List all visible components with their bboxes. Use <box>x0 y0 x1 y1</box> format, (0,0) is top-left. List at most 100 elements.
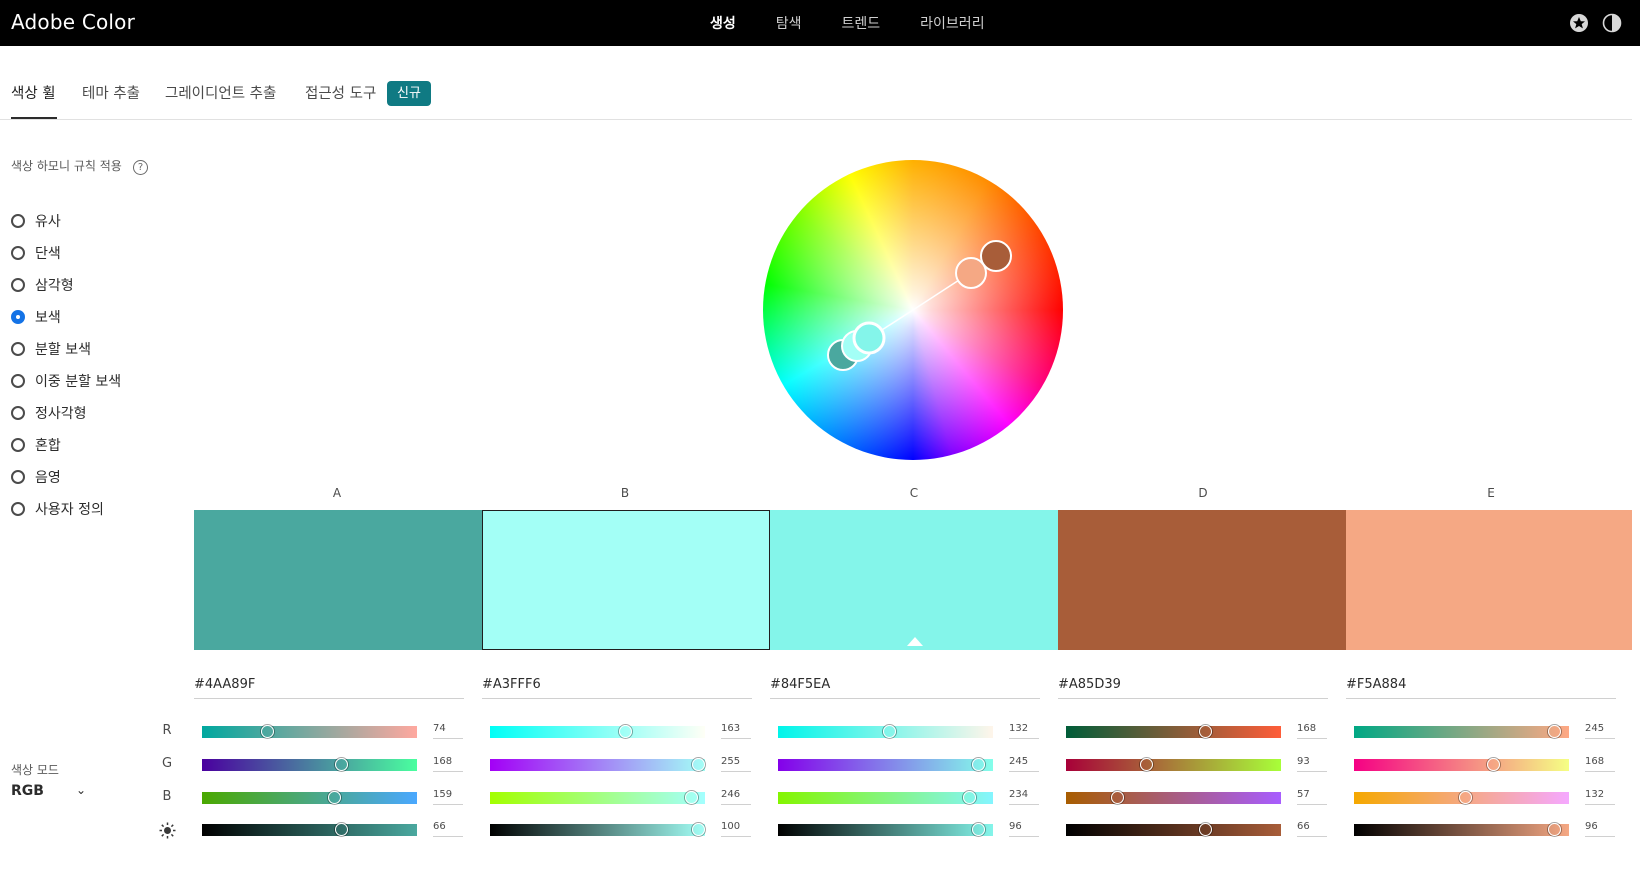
slider-thumb[interactable] <box>1111 791 1125 804</box>
slider-thumb[interactable] <box>1139 758 1153 771</box>
slider-thumb[interactable] <box>1199 823 1213 836</box>
red-slider-e[interactable] <box>1354 725 1569 738</box>
slider-thumb[interactable] <box>963 791 977 804</box>
nav-library[interactable]: 라이브러리 <box>920 13 984 33</box>
color-wheel[interactable] <box>763 160 1063 460</box>
green-value-e[interactable]: 168 <box>1585 756 1615 772</box>
nav-explore[interactable]: 탐색 <box>776 13 802 33</box>
red-slider-c[interactable] <box>778 725 993 738</box>
slider-thumb[interactable] <box>1548 725 1562 738</box>
rule-double-split-complementary[interactable]: 이중 분할 보색 <box>11 371 121 391</box>
rule-shades[interactable]: 음영 <box>11 467 61 487</box>
swatch-a[interactable] <box>194 510 482 650</box>
green-value-b[interactable]: 255 <box>721 756 751 772</box>
hex-input-d[interactable]: #A85D39 <box>1058 677 1328 699</box>
blue-value-d[interactable]: 57 <box>1297 789 1327 805</box>
brightness-slider-c[interactable] <box>778 823 993 836</box>
app-logo[interactable]: Adobe Color <box>11 10 135 34</box>
slider-thumb[interactable] <box>1199 725 1213 738</box>
green-slider-e[interactable] <box>1354 758 1569 771</box>
swatch-e[interactable] <box>1346 510 1632 650</box>
brightness-slider-a[interactable] <box>202 823 417 836</box>
star-icon[interactable] <box>1568 12 1590 34</box>
radio-icon[interactable] <box>11 246 25 260</box>
radio-icon[interactable] <box>11 374 25 388</box>
swatch-b[interactable] <box>482 510 770 650</box>
tab-color-wheel[interactable]: 색상 휠 <box>11 82 56 103</box>
slider-thumb[interactable] <box>882 725 896 738</box>
green-slider-a[interactable] <box>202 758 417 771</box>
hex-input-b[interactable]: #A3FFF6 <box>482 677 752 699</box>
red-value-a[interactable]: 74 <box>433 723 463 739</box>
red-value-b[interactable]: 163 <box>721 723 751 739</box>
brightness-value-b[interactable]: 100 <box>721 821 751 837</box>
red-slider-d[interactable] <box>1066 725 1281 738</box>
green-value-a[interactable]: 168 <box>433 756 463 772</box>
swatch-c[interactable] <box>770 510 1058 650</box>
brightness-slider-e[interactable] <box>1354 823 1569 836</box>
rule-compound[interactable]: 혼합 <box>11 435 61 455</box>
green-value-d[interactable]: 93 <box>1297 756 1327 772</box>
tab-accessibility-tools[interactable]: 접근성 도구 <box>305 82 376 103</box>
blue-slider-c[interactable] <box>778 791 993 804</box>
wheel-handle-e[interactable] <box>955 257 987 289</box>
green-slider-d[interactable] <box>1066 758 1281 771</box>
hex-input-e[interactable]: #F5A884 <box>1346 677 1616 699</box>
blue-value-c[interactable]: 234 <box>1009 789 1039 805</box>
brightness-value-a[interactable]: 66 <box>433 821 463 837</box>
rule-complementary[interactable]: 보색 <box>11 307 61 327</box>
red-value-d[interactable]: 168 <box>1297 723 1327 739</box>
slider-thumb[interactable] <box>260 725 274 738</box>
slider-thumb[interactable] <box>1458 791 1472 804</box>
radio-icon[interactable] <box>11 342 25 356</box>
red-value-c[interactable]: 132 <box>1009 723 1039 739</box>
green-slider-b[interactable] <box>490 758 705 771</box>
brightness-value-c[interactable]: 96 <box>1009 821 1039 837</box>
blue-slider-d[interactable] <box>1066 791 1281 804</box>
brightness-value-e[interactable]: 96 <box>1585 821 1615 837</box>
hex-input-c[interactable]: #84F5EA <box>770 677 1040 699</box>
rule-monochromatic[interactable]: 단색 <box>11 243 61 263</box>
blue-slider-e[interactable] <box>1354 791 1569 804</box>
blue-value-e[interactable]: 132 <box>1585 789 1615 805</box>
radio-icon[interactable] <box>11 310 25 324</box>
slider-thumb[interactable] <box>327 791 341 804</box>
tab-extract-theme[interactable]: 테마 추출 <box>82 82 140 103</box>
slider-thumb[interactable] <box>619 725 633 738</box>
slider-thumb[interactable] <box>1547 823 1561 836</box>
brightness-slider-b[interactable] <box>490 823 705 836</box>
brightness-slider-d[interactable] <box>1066 823 1281 836</box>
slider-thumb[interactable] <box>684 791 698 804</box>
slider-thumb[interactable] <box>971 823 985 836</box>
rule-split-complementary[interactable]: 분할 보색 <box>11 339 91 359</box>
radio-icon[interactable] <box>11 278 25 292</box>
slider-thumb[interactable] <box>972 758 986 771</box>
color-mode-select[interactable]: RGB ⌄ <box>11 783 86 805</box>
radio-icon[interactable] <box>11 470 25 484</box>
slider-thumb[interactable] <box>335 758 349 771</box>
blue-slider-b[interactable] <box>490 791 705 804</box>
brightness-value-d[interactable]: 66 <box>1297 821 1327 837</box>
rule-analogous[interactable]: 유사 <box>11 211 61 231</box>
blue-value-b[interactable]: 246 <box>721 789 751 805</box>
radio-icon[interactable] <box>11 406 25 420</box>
contrast-icon[interactable] <box>1601 12 1623 34</box>
slider-thumb[interactable] <box>335 823 349 836</box>
tab-extract-gradient[interactable]: 그레이디언트 추출 <box>165 82 276 103</box>
slider-thumb[interactable] <box>1487 758 1501 771</box>
radio-icon[interactable] <box>11 214 25 228</box>
rule-custom[interactable]: 사용자 정의 <box>11 499 104 519</box>
nav-create[interactable]: 생성 <box>710 13 736 33</box>
rule-triad[interactable]: 삼각형 <box>11 275 74 295</box>
red-slider-a[interactable] <box>202 725 417 738</box>
radio-icon[interactable] <box>11 502 25 516</box>
green-slider-c[interactable] <box>778 758 993 771</box>
swatch-d[interactable] <box>1058 510 1346 650</box>
nav-trends[interactable]: 트렌드 <box>842 13 881 33</box>
rule-square[interactable]: 정사각형 <box>11 403 87 423</box>
red-slider-b[interactable] <box>490 725 705 738</box>
blue-value-a[interactable]: 159 <box>433 789 463 805</box>
wheel-handle-c[interactable] <box>852 321 886 355</box>
hex-input-a[interactable]: #4AA89F <box>194 677 464 699</box>
red-value-e[interactable]: 245 <box>1585 723 1615 739</box>
